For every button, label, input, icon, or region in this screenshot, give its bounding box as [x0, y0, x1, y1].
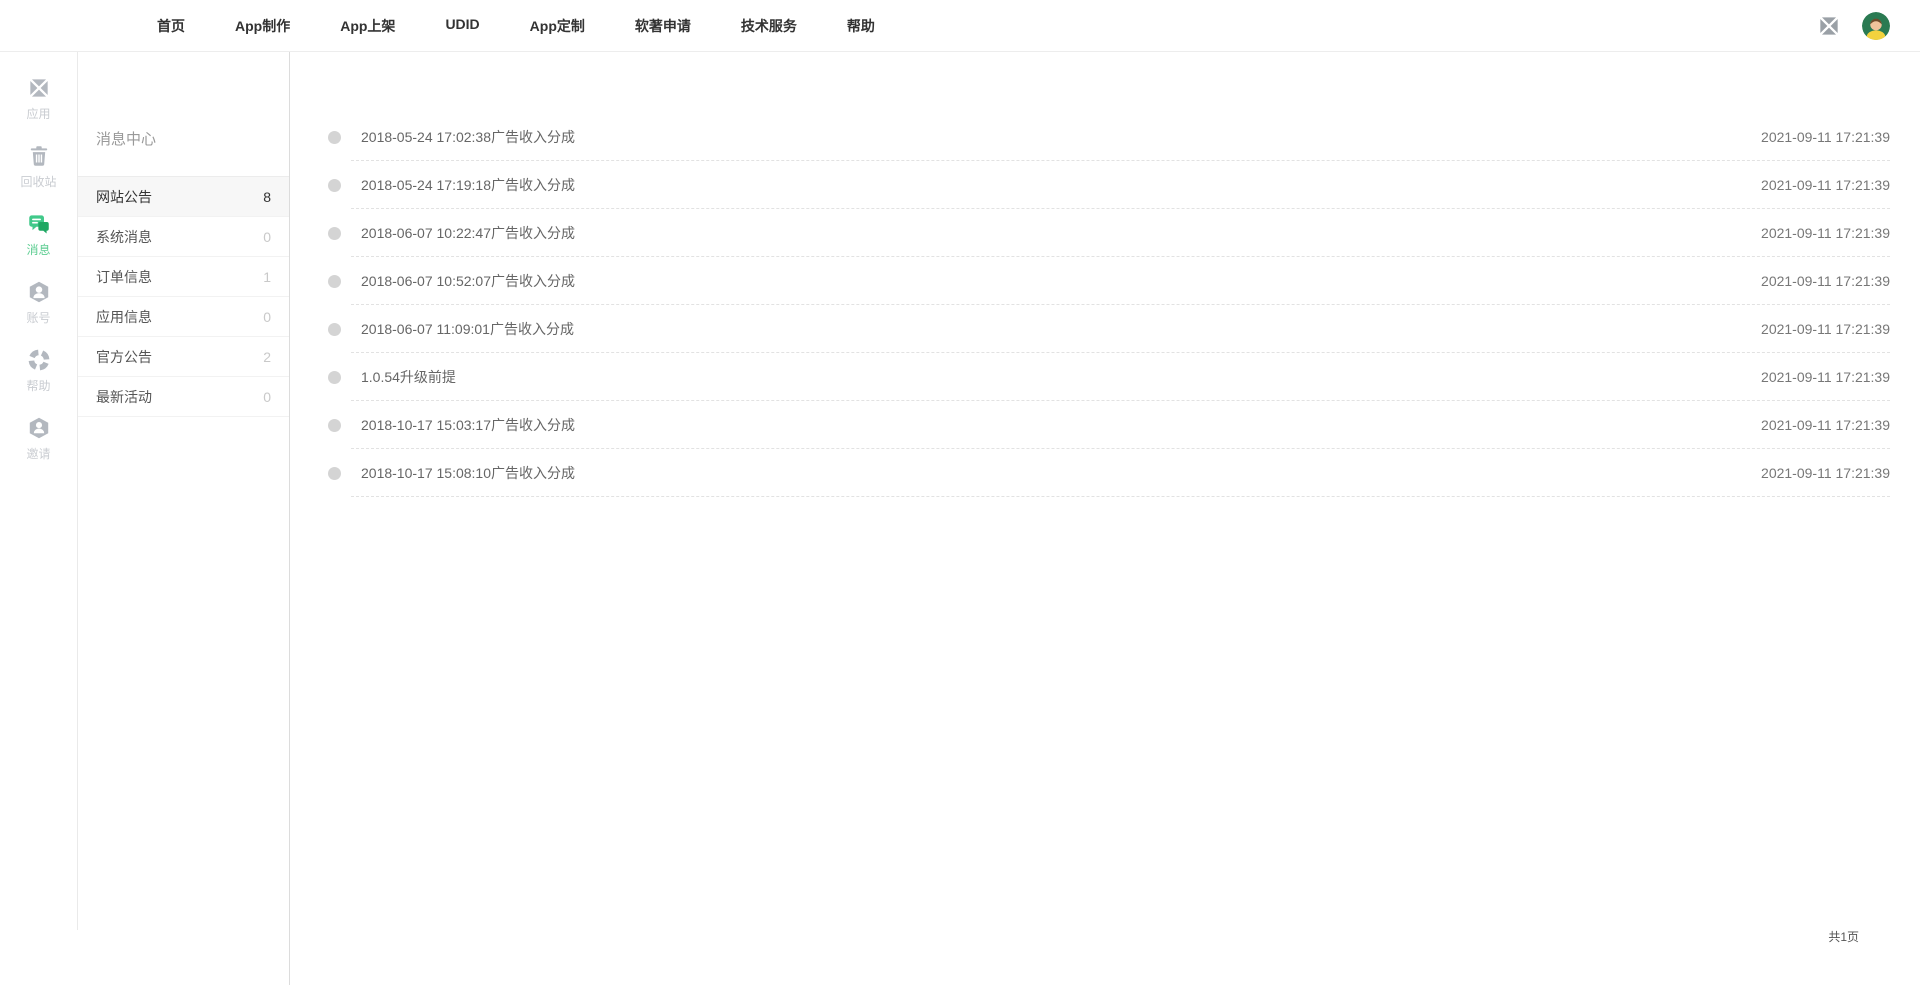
- unread-dot-icon: [328, 131, 341, 144]
- message-title: 2018-10-17 15:03:17广告收入分成: [361, 415, 575, 435]
- message-center-sidebar: 消息中心 网站公告 8 系统消息 0 订单信息 1 应用信息 0 官方公告 2 …: [78, 52, 290, 985]
- rail-item-help[interactable]: 帮助: [0, 336, 77, 404]
- rail-item-label: 账号: [26, 309, 50, 326]
- rail-item-label: 应用: [26, 105, 50, 122]
- nav-item-home[interactable]: 首页: [157, 16, 185, 36]
- unread-count-badge: 1: [263, 269, 271, 285]
- rail-item-label: 邀请: [26, 445, 50, 462]
- apps-grid-icon[interactable]: [1816, 13, 1842, 39]
- sidebar-item-label: 官方公告: [96, 347, 152, 367]
- message-date: 2021-09-11 17:21:39: [1761, 273, 1890, 289]
- unread-dot-icon: [328, 323, 341, 336]
- message-row[interactable]: 2018-05-24 17:19:18广告收入分成 2021-09-11 17:…: [290, 161, 1920, 209]
- pagination-total-pages: 共1页: [1828, 928, 1859, 945]
- message-row[interactable]: 2018-06-07 10:52:07广告收入分成 2021-09-11 17:…: [290, 257, 1920, 305]
- sidebar-item-site-announcements[interactable]: 网站公告 8: [78, 177, 289, 217]
- message-title: 2018-05-24 17:19:18广告收入分成: [361, 175, 575, 195]
- message-icon: [26, 211, 52, 237]
- sidebar-item-system-messages[interactable]: 系统消息 0: [78, 217, 289, 257]
- sidebar-item-label: 应用信息: [96, 307, 152, 327]
- message-title: 2018-06-07 11:09:01广告收入分成: [361, 319, 574, 339]
- message-date: 2021-09-11 17:21:39: [1761, 465, 1890, 481]
- nav-item-app-publish[interactable]: App上架: [340, 16, 395, 36]
- message-row[interactable]: 2018-06-07 11:09:01广告收入分成 2021-09-11 17:…: [290, 305, 1920, 353]
- unread-count-badge: 2: [263, 349, 271, 365]
- message-list-panel: 2018-05-24 17:02:38广告收入分成 2021-09-11 17:…: [290, 52, 1920, 985]
- rail-item-account[interactable]: 账号: [0, 268, 77, 336]
- message-row[interactable]: 2018-05-24 17:02:38广告收入分成 2021-09-11 17:…: [290, 113, 1920, 161]
- unread-count-badge: 0: [263, 389, 271, 405]
- message-title: 2018-06-07 10:52:07广告收入分成: [361, 271, 575, 291]
- nav-item-help[interactable]: 帮助: [847, 16, 875, 36]
- apps-icon: [26, 75, 52, 101]
- nav-item-copyright[interactable]: 软著申请: [635, 16, 691, 36]
- sidebar-item-official-announcements[interactable]: 官方公告 2: [78, 337, 289, 377]
- topbar-right: [1816, 12, 1890, 40]
- avatar-icon: [1862, 12, 1890, 40]
- unread-count-badge: 0: [263, 309, 271, 325]
- unread-count-badge: 0: [263, 229, 271, 245]
- unread-dot-icon: [328, 419, 341, 432]
- unread-dot-icon: [328, 179, 341, 192]
- message-title: 2018-05-24 17:02:38广告收入分成: [361, 127, 575, 147]
- unread-dot-icon: [328, 371, 341, 384]
- message-date: 2021-09-11 17:21:39: [1761, 129, 1890, 145]
- message-date: 2021-09-11 17:21:39: [1761, 369, 1890, 385]
- sidebar-item-app-info[interactable]: 应用信息 0: [78, 297, 289, 337]
- message-row[interactable]: 2018-10-17 15:08:10广告收入分成 2021-09-11 17:…: [290, 449, 1920, 497]
- invite-icon: [26, 415, 52, 441]
- rail-item-label: 消息: [26, 241, 50, 258]
- main-nav: 首页 App制作 App上架 UDID App定制 软著申请 技术服务 帮助: [157, 16, 875, 36]
- message-date: 2021-09-11 17:21:39: [1761, 225, 1890, 241]
- sidebar-item-label: 订单信息: [96, 267, 152, 287]
- sidebar-item-latest-activities[interactable]: 最新活动 0: [78, 377, 289, 417]
- rail-item-invite[interactable]: 邀请: [0, 404, 77, 472]
- unread-count-badge: 8: [263, 189, 271, 205]
- left-icon-rail: 应用 回收站 消息 账号 帮助 邀请: [0, 52, 78, 930]
- message-date: 2021-09-11 17:21:39: [1761, 177, 1890, 193]
- rail-item-recycle-bin[interactable]: 回收站: [0, 132, 77, 200]
- rail-item-apps[interactable]: 应用: [0, 64, 77, 132]
- sidebar-item-label: 最新活动: [96, 387, 152, 407]
- unread-dot-icon: [328, 467, 341, 480]
- unread-dot-icon: [328, 227, 341, 240]
- nav-item-tech-service[interactable]: 技术服务: [741, 16, 797, 36]
- rail-item-label: 回收站: [20, 173, 56, 190]
- message-date: 2021-09-11 17:21:39: [1761, 321, 1890, 337]
- message-row[interactable]: 2018-06-07 10:22:47广告收入分成 2021-09-11 17:…: [290, 209, 1920, 257]
- message-title: 1.0.54升级前提: [361, 367, 456, 387]
- nav-item-udid[interactable]: UDID: [445, 16, 479, 36]
- nav-item-app-custom[interactable]: App定制: [530, 16, 585, 36]
- sidebar-item-order-info[interactable]: 订单信息 1: [78, 257, 289, 297]
- message-list: 2018-05-24 17:02:38广告收入分成 2021-09-11 17:…: [290, 52, 1920, 497]
- message-title: 2018-06-07 10:22:47广告收入分成: [361, 223, 575, 243]
- top-navigation-bar: 首页 App制作 App上架 UDID App定制 软著申请 技术服务 帮助: [0, 0, 1920, 52]
- sidebar-item-label: 网站公告: [96, 187, 152, 207]
- message-title: 2018-10-17 15:08:10广告收入分成: [361, 463, 575, 483]
- sidebar-item-label: 系统消息: [96, 227, 152, 247]
- unread-dot-icon: [328, 275, 341, 288]
- user-avatar[interactable]: [1862, 12, 1890, 40]
- recycle-bin-icon: [26, 143, 52, 169]
- account-icon: [26, 279, 52, 305]
- message-row[interactable]: 1.0.54升级前提 2021-09-11 17:21:39: [290, 353, 1920, 401]
- help-icon: [26, 347, 52, 373]
- rail-item-messages[interactable]: 消息: [0, 200, 77, 268]
- nav-item-app-make[interactable]: App制作: [235, 16, 290, 36]
- message-row[interactable]: 2018-10-17 15:03:17广告收入分成 2021-09-11 17:…: [290, 401, 1920, 449]
- sidebar-title: 消息中心: [78, 52, 289, 177]
- rail-item-label: 帮助: [26, 377, 50, 394]
- message-date: 2021-09-11 17:21:39: [1761, 417, 1890, 433]
